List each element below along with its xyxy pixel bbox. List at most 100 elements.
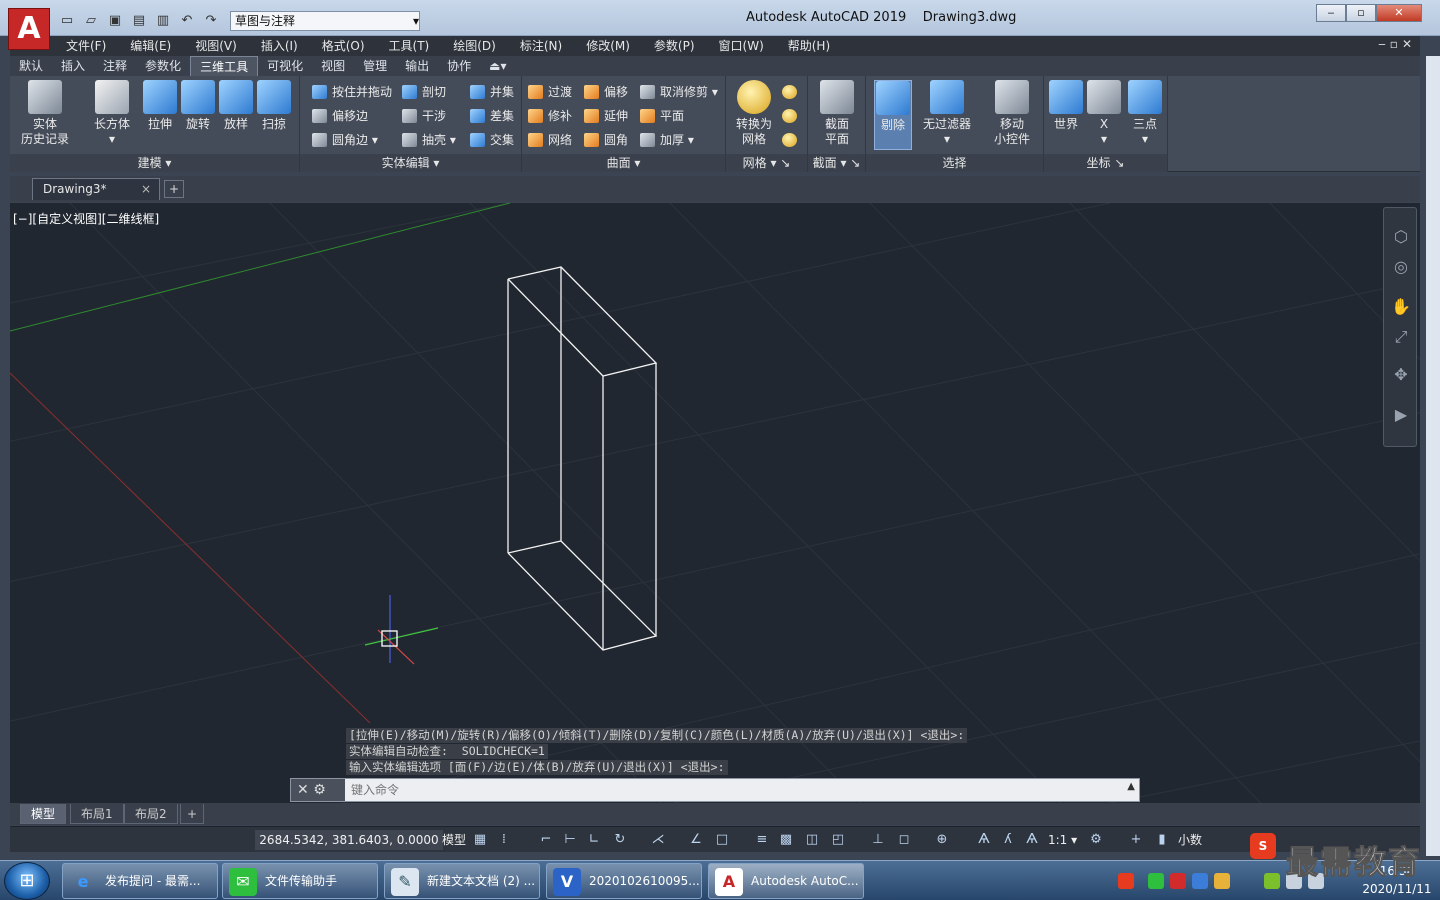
start-button[interactable]: ⊞ [4, 862, 50, 900]
new-file-icon[interactable]: ▭ [56, 11, 78, 31]
panel-title-section[interactable]: 截面 ▾ ↘ [808, 154, 865, 172]
taskbar-item-autocad[interactable]: A Autodesk AutoC... [708, 863, 864, 899]
coordinate-readout[interactable]: 2684.5342, 381.6403, 0.0000 [255, 830, 443, 850]
polar-icon[interactable]: ↻ [610, 830, 630, 850]
viewport-controls-label[interactable]: [−][自定义视图][二维线框] [13, 210, 159, 227]
object-snap-tracking-icon[interactable]: ∠ [686, 830, 706, 850]
section-plane-button[interactable]: 截面 平面 [814, 80, 860, 147]
mesh-tool-2-button[interactable] [782, 106, 798, 126]
union-button[interactable]: 并集 [470, 82, 514, 102]
fillet-edge-button[interactable]: 圆角边 ▾ [312, 130, 378, 150]
ribbon-minimize-icon[interactable]: ⏏▾ [480, 56, 515, 76]
infer-icon[interactable]: ⌐ [536, 830, 556, 850]
wechat-tray-icon[interactable] [1148, 873, 1164, 889]
close-icon[interactable]: ✕ [297, 782, 309, 798]
panel-title-modeling[interactable]: 建模 ▾ [10, 154, 299, 172]
drawing-viewport[interactable]: [−][自定义视图][二维线框] ⬡ ◎ ✋ ⤢ ✥ ▶ [拉伸(E)/移动(M… [10, 203, 1420, 803]
panel-title-mesh[interactable]: 网格 ▾ ↘ [726, 154, 807, 172]
gear-icon[interactable]: ⚙ [1086, 830, 1106, 850]
menu-dimension[interactable]: 标注(N) [508, 36, 574, 56]
lineweight-icon[interactable]: ≡ [752, 830, 772, 850]
selection-cycling-icon[interactable]: ◫ [802, 830, 822, 850]
tab-model[interactable]: 模型 [20, 804, 67, 824]
ucs-x-button[interactable]: X ▾ [1086, 80, 1122, 147]
annotation-scale-value[interactable]: 1:1 ▾ [1048, 830, 1077, 850]
mesh-tool-3-button[interactable] [782, 130, 798, 150]
wrench-icon[interactable]: ⚙ [313, 782, 326, 798]
shield-icon[interactable] [1192, 873, 1208, 889]
tab-annotate[interactable]: 注释 [94, 56, 136, 76]
chevron-up-icon[interactable]: ▲ [1127, 781, 1135, 792]
new-tab-button[interactable]: + [164, 180, 184, 198]
menu-file[interactable]: 文件(F) [54, 36, 118, 56]
tab-layout2[interactable]: 布局2 [124, 804, 178, 824]
properties-icon[interactable]: ▮ [1152, 830, 1172, 850]
tab-view[interactable]: 视图 [312, 56, 354, 76]
menu-draw[interactable]: 绘图(D) [441, 36, 508, 56]
tab-collaborate[interactable]: 协作 [438, 56, 480, 76]
presspull-button[interactable]: 按住并拖动 [312, 82, 392, 102]
sogou-ime-icon[interactable] [1118, 873, 1134, 889]
shell-button[interactable]: 抽壳 ▾ [402, 130, 456, 150]
tab-manage[interactable]: 管理 [354, 56, 396, 76]
taskbar-item-notepad[interactable]: ✎ 新建文本文档 (2) ... [384, 863, 540, 899]
panel-title-solid-editing[interactable]: 实体编辑 ▾ [300, 154, 521, 172]
undo-icon[interactable]: ↶ [176, 11, 198, 31]
menu-edit[interactable]: 编辑(E) [118, 36, 183, 56]
menu-window[interactable]: 窗口(W) [707, 36, 776, 56]
tab-output[interactable]: 输出 [396, 56, 438, 76]
blend-button[interactable]: 过渡 [528, 82, 572, 102]
taskbar-item-wechat[interactable]: ✉ 文件传输助手 [222, 863, 378, 899]
panel-title-surface[interactable]: 曲面 ▾ [522, 154, 725, 172]
tab-insert[interactable]: 插入 [52, 56, 94, 76]
offset-surface-button[interactable]: 偏移 [584, 82, 628, 102]
planar-button[interactable]: 平面 [640, 106, 684, 126]
convert-to-mesh-button[interactable]: 转换为 网格 [730, 80, 778, 147]
extrude-button[interactable]: 拉伸 [140, 80, 180, 132]
patch-button[interactable]: 修补 [528, 106, 572, 126]
selection-filter-icon[interactable]: ◻ [894, 830, 914, 850]
network-share-icon[interactable] [1214, 873, 1230, 889]
tab-3d-tools[interactable]: 三维工具 [190, 55, 259, 77]
ortho-icon[interactable]: ∟ [584, 830, 604, 850]
minimize-button[interactable]: ‒ [1316, 4, 1346, 22]
dynamic-input-icon[interactable]: ⊢ [560, 830, 580, 850]
tab-default[interactable]: 默认 [10, 56, 52, 76]
culling-button[interactable]: 剔除 [874, 80, 912, 150]
print-icon[interactable]: ▥ [152, 11, 174, 31]
annotation-scale-icon[interactable]: Ѧ [1022, 830, 1042, 850]
interfere-button[interactable]: 干涉 [402, 106, 446, 126]
grid-icon[interactable]: ▦ [470, 830, 490, 850]
tab-parametric[interactable]: 参数化 [136, 56, 190, 76]
mesh-tool-1-button[interactable] [782, 82, 798, 102]
save-icon[interactable]: ▣ [104, 11, 126, 31]
sweep-button[interactable]: 扫掠 [254, 80, 294, 132]
tab-visualize[interactable]: 可视化 [258, 56, 312, 76]
loft-button[interactable]: 放样 [216, 80, 256, 132]
menu-tools[interactable]: 工具(T) [377, 36, 442, 56]
move-gizmo-button[interactable]: 移动 小控件 [984, 80, 1040, 147]
extend-button[interactable]: 延伸 [584, 106, 628, 126]
antivirus-icon[interactable] [1170, 873, 1186, 889]
transparency-icon[interactable]: ▩ [776, 830, 796, 850]
revolve-button[interactable]: 旋转 [178, 80, 218, 132]
snap-icon[interactable]: ⁞ [494, 830, 514, 850]
plus-icon[interactable]: + [1126, 830, 1146, 850]
solid-wireframe-box[interactable] [507, 266, 658, 651]
viewcube-icon[interactable]: ⬡ [1390, 226, 1412, 248]
object-snap-icon[interactable]: □ [712, 830, 732, 850]
document-window-controls[interactable]: ‒▫✕ [1378, 37, 1416, 51]
solid-history-button[interactable]: 实体 历史记录 [18, 80, 72, 147]
taskbar-item-ie[interactable]: e 发布提问 - 最需... [62, 863, 218, 899]
redo-icon[interactable]: ↷ [200, 11, 222, 31]
slice-button[interactable]: 剖切 [402, 82, 446, 102]
taskbar-item-word[interactable]: V 2020102610095... [546, 863, 702, 899]
add-layout-button[interactable]: + [180, 804, 205, 824]
intersect-button[interactable]: 交集 [470, 130, 514, 150]
menu-format[interactable]: 格式(O) [310, 36, 377, 56]
offset-edge-button[interactable]: 偏移边 [312, 106, 368, 126]
gizmo-icon[interactable]: ⊕ [932, 830, 952, 850]
3d-osnap-icon[interactable]: ◰ [828, 830, 848, 850]
subtract-button[interactable]: 差集 [470, 106, 514, 126]
network-button[interactable]: 网络 [528, 130, 572, 150]
